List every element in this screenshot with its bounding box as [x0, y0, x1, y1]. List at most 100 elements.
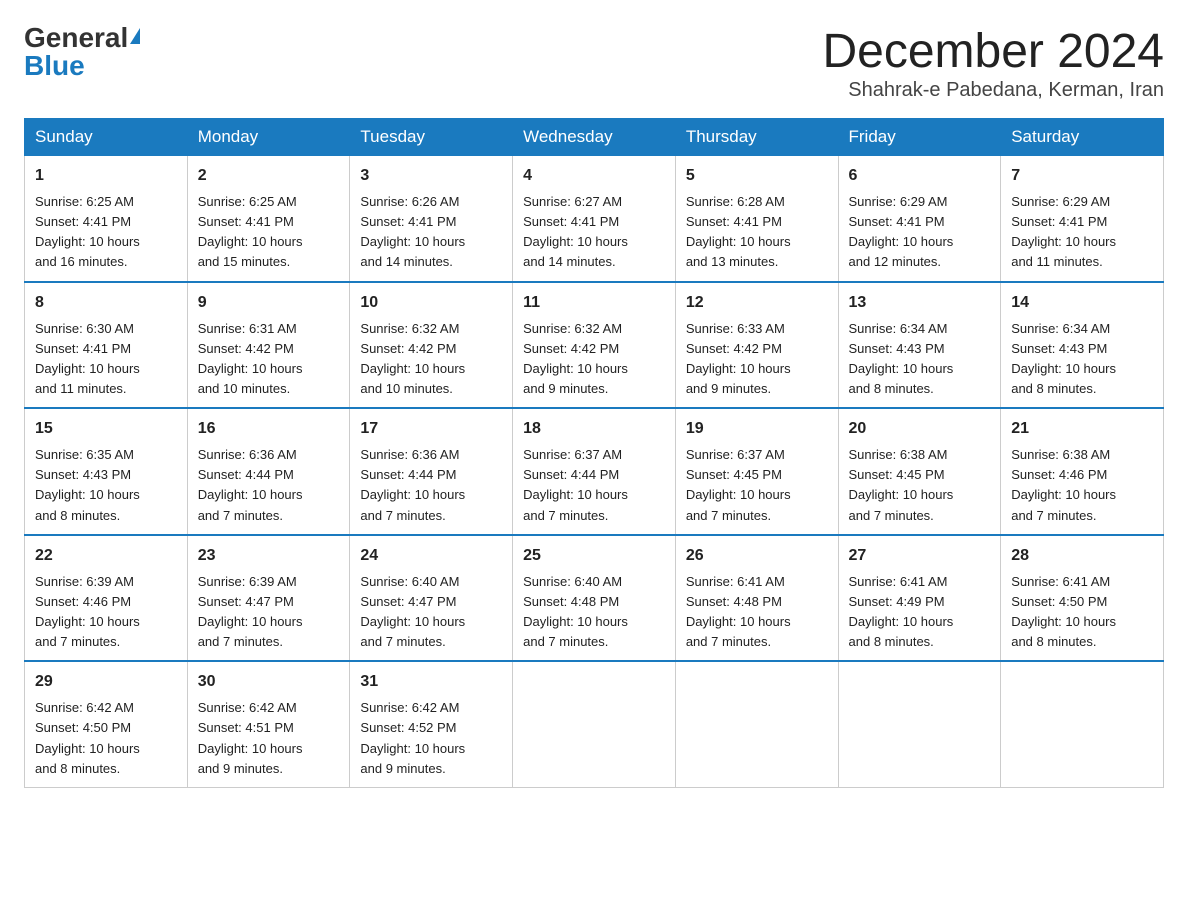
day-info: Sunrise: 6:42 AMSunset: 4:52 PMDaylight:… [360, 698, 502, 779]
day-info: Sunrise: 6:36 AMSunset: 4:44 PMDaylight:… [360, 445, 502, 526]
week-row-5: 29 Sunrise: 6:42 AMSunset: 4:50 PMDayligh… [25, 661, 1164, 787]
day-info: Sunrise: 6:32 AMSunset: 4:42 PMDaylight:… [360, 319, 502, 400]
day-info: Sunrise: 6:26 AMSunset: 4:41 PMDaylight:… [360, 192, 502, 273]
table-row: 17 Sunrise: 6:36 AMSunset: 4:44 PMDayligh… [350, 408, 513, 535]
table-row: 6 Sunrise: 6:29 AMSunset: 4:41 PMDaylight… [838, 156, 1001, 282]
table-row: 19 Sunrise: 6:37 AMSunset: 4:45 PMDayligh… [675, 408, 838, 535]
table-row: 8Sunrise: 6:30 AMSunset: 4:41 PMDaylight… [25, 282, 188, 409]
table-row: 31 Sunrise: 6:42 AMSunset: 4:52 PMDayligh… [350, 661, 513, 787]
col-header-monday: Monday [187, 119, 350, 156]
col-header-tuesday: Tuesday [350, 119, 513, 156]
table-row [1001, 661, 1164, 787]
table-row: 2Sunrise: 6:25 AMSunset: 4:41 PMDaylight… [187, 156, 350, 282]
day-info: Sunrise: 6:37 AMSunset: 4:44 PMDaylight:… [523, 445, 665, 526]
day-info: Sunrise: 6:25 AMSunset: 4:41 PMDaylight:… [35, 192, 177, 273]
table-row [675, 661, 838, 787]
day-info: Sunrise: 6:32 AMSunset: 4:42 PMDaylight:… [523, 319, 665, 400]
day-info: Sunrise: 6:37 AMSunset: 4:45 PMDaylight:… [686, 445, 828, 526]
table-row: 23 Sunrise: 6:39 AMSunset: 4:47 PMDayligh… [187, 535, 350, 662]
day-number: 16 [198, 417, 340, 441]
day-number: 13 [849, 291, 991, 315]
table-row [513, 661, 676, 787]
day-number: 30 [198, 670, 340, 694]
week-row-1: 1 Sunrise: 6:25 AMSunset: 4:41 PMDaylight… [25, 156, 1164, 282]
day-number: 4 [523, 164, 665, 188]
day-info: Sunrise: 6:42 AMSunset: 4:50 PMDaylight:… [35, 698, 177, 779]
day-info: Sunrise: 6:41 AMSunset: 4:50 PMDaylight:… [1011, 572, 1153, 653]
day-number: 17 [360, 417, 502, 441]
table-row: 7 Sunrise: 6:29 AMSunset: 4:41 PMDaylight… [1001, 156, 1164, 282]
table-row: 5 Sunrise: 6:28 AMSunset: 4:41 PMDaylight… [675, 156, 838, 282]
header-row: SundayMondayTuesdayWednesdayThursdayFrid… [25, 119, 1164, 156]
day-number: 2 [198, 164, 340, 188]
col-header-wednesday: Wednesday [513, 119, 676, 156]
day-info: Sunrise: 6:41 AMSunset: 4:48 PMDaylight:… [686, 572, 828, 653]
table-row: 27 Sunrise: 6:41 AMSunset: 4:49 PMDayligh… [838, 535, 1001, 662]
table-row: 30 Sunrise: 6:42 AMSunset: 4:51 PMDayligh… [187, 661, 350, 787]
logo-triangle-icon [130, 28, 140, 44]
day-number: 12 [686, 291, 828, 315]
day-number: 26 [686, 544, 828, 568]
day-info: Sunrise: 6:28 AMSunset: 4:41 PMDaylight:… [686, 192, 828, 273]
table-row: 13 Sunrise: 6:34 AMSunset: 4:43 PMDayligh… [838, 282, 1001, 409]
col-header-sunday: Sunday [25, 119, 188, 156]
day-number: 23 [198, 544, 340, 568]
table-row: 21 Sunrise: 6:38 AMSunset: 4:46 PMDayligh… [1001, 408, 1164, 535]
table-row: 20Sunrise: 6:38 AMSunset: 4:45 PMDayligh… [838, 408, 1001, 535]
day-number: 21 [1011, 417, 1153, 441]
day-number: 3 [360, 164, 502, 188]
day-info: Sunrise: 6:34 AMSunset: 4:43 PMDaylight:… [1011, 319, 1153, 400]
day-number: 5 [686, 164, 828, 188]
day-number: 11 [523, 291, 665, 315]
month-title: December 2024 [822, 24, 1164, 79]
day-info: Sunrise: 6:30 AMSunset: 4:41 PMDaylight:… [35, 319, 177, 400]
logo-general-text: General [24, 24, 128, 52]
day-info: Sunrise: 6:39 AMSunset: 4:47 PMDaylight:… [198, 572, 340, 653]
day-number: 28 [1011, 544, 1153, 568]
title-area: December 2024 Shahrak-e Pabedana, Kerman… [822, 24, 1164, 102]
table-row: 22Sunrise: 6:39 AMSunset: 4:46 PMDayligh… [25, 535, 188, 662]
logo: General Blue [24, 24, 140, 80]
day-number: 27 [849, 544, 991, 568]
day-number: 14 [1011, 291, 1153, 315]
table-row: 10 Sunrise: 6:32 AMSunset: 4:42 PMDayligh… [350, 282, 513, 409]
day-info: Sunrise: 6:36 AMSunset: 4:44 PMDaylight:… [198, 445, 340, 526]
day-info: Sunrise: 6:27 AMSunset: 4:41 PMDaylight:… [523, 192, 665, 273]
day-number: 10 [360, 291, 502, 315]
table-row: 11 Sunrise: 6:32 AMSunset: 4:42 PMDayligh… [513, 282, 676, 409]
day-number: 25 [523, 544, 665, 568]
day-info: Sunrise: 6:42 AMSunset: 4:51 PMDaylight:… [198, 698, 340, 779]
day-info: Sunrise: 6:41 AMSunset: 4:49 PMDaylight:… [849, 572, 991, 653]
day-number: 20 [849, 417, 991, 441]
day-info: Sunrise: 6:29 AMSunset: 4:41 PMDaylight:… [1011, 192, 1153, 273]
day-info: Sunrise: 6:29 AMSunset: 4:41 PMDaylight:… [849, 192, 991, 273]
table-row: 28 Sunrise: 6:41 AMSunset: 4:50 PMDayligh… [1001, 535, 1164, 662]
day-number: 18 [523, 417, 665, 441]
table-row: 4 Sunrise: 6:27 AMSunset: 4:41 PMDaylight… [513, 156, 676, 282]
day-number: 15 [35, 417, 177, 441]
day-info: Sunrise: 6:34 AMSunset: 4:43 PMDaylight:… [849, 319, 991, 400]
day-info: Sunrise: 6:39 AMSunset: 4:46 PMDaylight:… [35, 572, 177, 653]
col-header-friday: Friday [838, 119, 1001, 156]
day-info: Sunrise: 6:40 AMSunset: 4:48 PMDaylight:… [523, 572, 665, 653]
col-header-saturday: Saturday [1001, 119, 1164, 156]
table-row: 26 Sunrise: 6:41 AMSunset: 4:48 PMDayligh… [675, 535, 838, 662]
day-number: 24 [360, 544, 502, 568]
day-info: Sunrise: 6:38 AMSunset: 4:46 PMDaylight:… [1011, 445, 1153, 526]
table-row: 1 Sunrise: 6:25 AMSunset: 4:41 PMDaylight… [25, 156, 188, 282]
week-row-4: 22Sunrise: 6:39 AMSunset: 4:46 PMDayligh… [25, 535, 1164, 662]
day-number: 6 [849, 164, 991, 188]
table-row: 16 Sunrise: 6:36 AMSunset: 4:44 PMDayligh… [187, 408, 350, 535]
day-number: 7 [1011, 164, 1153, 188]
day-number: 1 [35, 164, 177, 188]
day-info: Sunrise: 6:31 AMSunset: 4:42 PMDaylight:… [198, 319, 340, 400]
table-row: 15Sunrise: 6:35 AMSunset: 4:43 PMDayligh… [25, 408, 188, 535]
day-number: 19 [686, 417, 828, 441]
col-header-thursday: Thursday [675, 119, 838, 156]
table-row [838, 661, 1001, 787]
week-row-2: 8Sunrise: 6:30 AMSunset: 4:41 PMDaylight… [25, 282, 1164, 409]
table-row: 14 Sunrise: 6:34 AMSunset: 4:43 PMDayligh… [1001, 282, 1164, 409]
location-subtitle: Shahrak-e Pabedana, Kerman, Iran [822, 79, 1164, 102]
day-number: 31 [360, 670, 502, 694]
day-number: 29 [35, 670, 177, 694]
